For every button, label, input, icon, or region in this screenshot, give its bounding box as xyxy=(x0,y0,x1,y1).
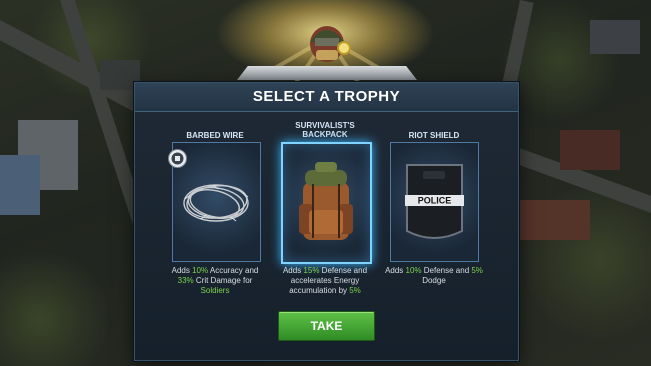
trophy-desc-riot-shield: Adds 10% Defense and 5% Dodge xyxy=(385,266,483,285)
info-badge-icon[interactable] xyxy=(168,149,187,168)
trophy-name-barbed-wire: BARBED WIRE xyxy=(186,131,244,140)
trophy-desc-barbed-wire: Adds 10% Accuracy and 33% Crit Damage fo… xyxy=(171,266,259,295)
riot-shield-icon: POLICE xyxy=(405,164,464,239)
take-button[interactable]: TAKE xyxy=(278,311,375,341)
trophy-desc-backpack: Adds 15% Defense and accelerates Energy … xyxy=(282,266,368,295)
shield-police-text: POLICE xyxy=(418,196,452,206)
trophy-card-backpack[interactable] xyxy=(281,142,372,264)
dialog-title: SELECT A TROPHY xyxy=(252,88,401,105)
trophy-card-riot-shield[interactable]: POLICE xyxy=(390,142,479,262)
take-button-label: TAKE xyxy=(310,319,343,333)
backpack-icon xyxy=(299,162,353,240)
survivor-trophy-icon xyxy=(310,26,351,62)
trophy-name-riot-shield: RIOT SHIELD xyxy=(408,131,460,140)
trophy-name-backpack: SURVIVALIST'S BACKPACK xyxy=(295,121,355,139)
dialog-header: SELECT A TROPHY xyxy=(135,83,518,112)
